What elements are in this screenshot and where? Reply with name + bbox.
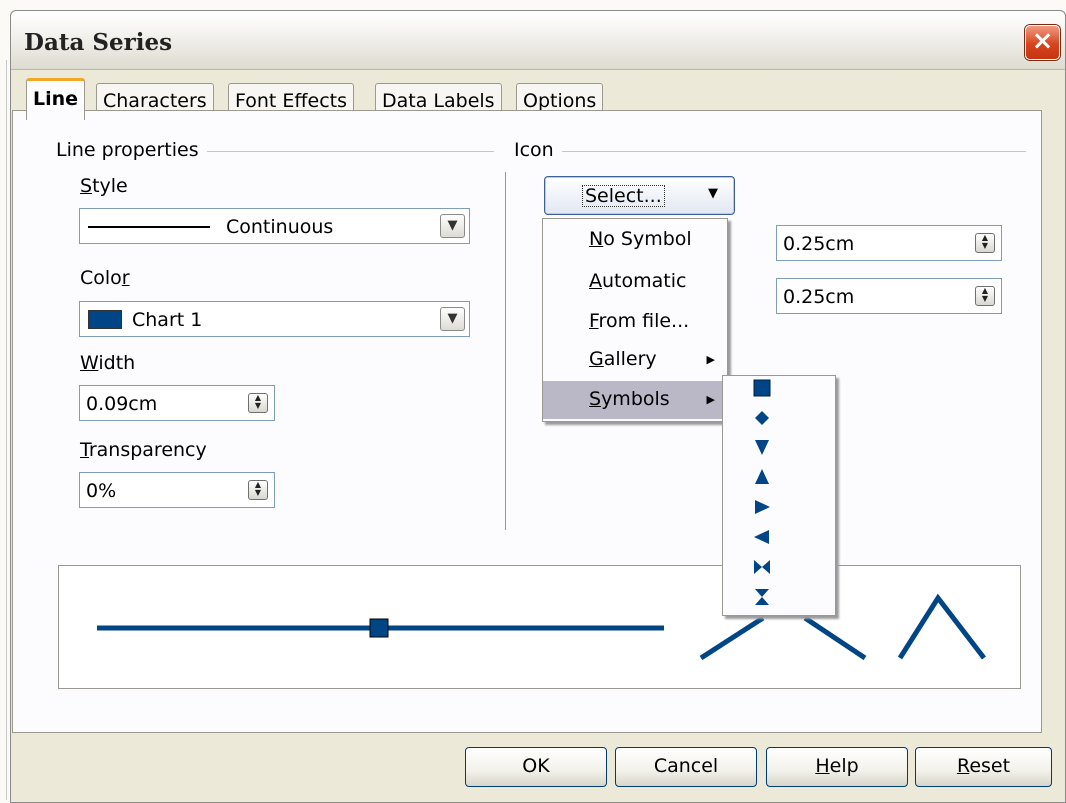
menu-item-symbols[interactable]: Symbols ▶ — [543, 381, 727, 419]
style-label: Style — [80, 175, 128, 197]
tab-font-effects-label: Font Effects — [235, 90, 347, 112]
submenu-arrow-icon: ▶ — [706, 393, 715, 406]
line-preview — [58, 565, 1021, 689]
symbol-height-spin-buttons[interactable]: ▲ ▼ — [975, 286, 995, 306]
bowtie-symbol-icon[interactable] — [753, 558, 771, 576]
preview-canvas — [97, 593, 986, 661]
chevron-down-icon: ▼ — [447, 218, 458, 233]
menu-item-automatic[interactable]: Automatic — [543, 263, 727, 301]
line-width-spinner[interactable]: 0.09cm ▲ ▼ — [79, 385, 275, 421]
dialog-title: Data Series — [24, 29, 173, 56]
menu-item-gallery[interactable]: Gallery ▶ — [543, 341, 727, 379]
icon-heading: Icon — [514, 139, 562, 161]
color-swatch — [88, 310, 122, 329]
icon-divider — [520, 151, 1026, 152]
preview-line-peak — [897, 593, 986, 660]
tab-line[interactable]: Line — [26, 78, 86, 120]
icon-select-menu: No Symbol Automatic From file... Gallery… — [542, 218, 728, 422]
title-bar[interactable]: Data Series × — [11, 11, 1065, 70]
background-ruler — [6, 60, 7, 800]
symbol-width-value: 0.25cm — [783, 233, 855, 255]
diamond-symbol-icon[interactable] — [753, 409, 771, 427]
preview-symbol — [369, 618, 389, 638]
spin-arrows-icon: ▲ ▼ — [981, 286, 989, 303]
icon-select-label: Select... — [582, 185, 665, 207]
triangle-down-symbol-icon[interactable] — [753, 438, 771, 456]
line-style-sample — [88, 226, 210, 228]
menu-item-from-file[interactable]: From file... — [543, 303, 727, 341]
menu-item-no-symbol[interactable]: No Symbol — [543, 221, 727, 259]
triangle-left-symbol-icon[interactable] — [753, 528, 771, 546]
transparency-spinner[interactable]: 0% ▲ ▼ — [79, 472, 275, 508]
ok-button[interactable]: OK — [465, 747, 607, 787]
group-separator — [505, 172, 506, 530]
tab-options-label: Options — [523, 90, 597, 112]
submenu-arrow-icon: ▶ — [706, 353, 715, 366]
symbols-submenu — [722, 375, 836, 616]
transparency-value: 0% — [86, 480, 117, 502]
color-label: Color — [80, 267, 130, 289]
caret-down-icon: ▼ — [708, 186, 718, 201]
symbol-width-spinner[interactable]: 0.25cm ▲ ▼ — [776, 225, 1002, 261]
line-color-value: Chart 1 — [132, 309, 203, 331]
spin-arrows-icon: ▲ ▼ — [981, 233, 989, 250]
tab-line-label: Line — [33, 88, 79, 110]
line-style-dropdown-button[interactable]: ▼ — [440, 214, 465, 238]
line-color-select[interactable]: Chart 1 ▼ — [79, 301, 470, 337]
width-label: Width — [80, 352, 136, 374]
close-icon: × — [1031, 26, 1054, 56]
transparency-label: Transparency — [80, 439, 207, 461]
line-width-spin-buttons[interactable]: ▲ ▼ — [248, 393, 268, 413]
symbol-height-spinner[interactable]: 0.25cm ▲ ▼ — [776, 278, 1002, 314]
line-style-select[interactable]: Continuous ▼ — [79, 208, 470, 244]
tab-data-labels-label: Data Labels — [382, 90, 495, 112]
line-color-dropdown-button[interactable]: ▼ — [440, 307, 465, 331]
triangle-right-symbol-icon[interactable] — [753, 498, 771, 516]
chevron-down-icon: ▼ — [447, 311, 458, 326]
help-button[interactable]: Help — [766, 747, 908, 787]
cancel-button[interactable]: Cancel — [615, 747, 757, 787]
symbol-width-spin-buttons[interactable]: ▲ ▼ — [975, 233, 995, 253]
reset-button[interactable]: Reset — [915, 747, 1052, 787]
triangle-up-symbol-icon[interactable] — [753, 468, 771, 486]
transparency-spin-buttons[interactable]: ▲ ▼ — [248, 480, 268, 500]
spin-arrows-icon: ▲ ▼ — [254, 480, 262, 497]
tab-characters-label: Characters — [103, 90, 207, 112]
line-properties-heading: Line properties — [56, 139, 207, 161]
preview-line-left-segment — [699, 615, 765, 661]
spin-arrows-icon: ▲ ▼ — [254, 393, 262, 410]
close-button[interactable]: × — [1025, 25, 1060, 60]
hourglass-symbol-icon[interactable] — [753, 588, 771, 606]
line-width-value: 0.09cm — [86, 393, 158, 415]
symbol-height-value: 0.25cm — [783, 286, 855, 308]
square-symbol-icon[interactable] — [753, 379, 771, 397]
line-style-value: Continuous — [226, 216, 334, 238]
icon-select-button[interactable]: Select... ▼ — [544, 176, 735, 215]
preview-line-right-segment — [803, 615, 867, 661]
